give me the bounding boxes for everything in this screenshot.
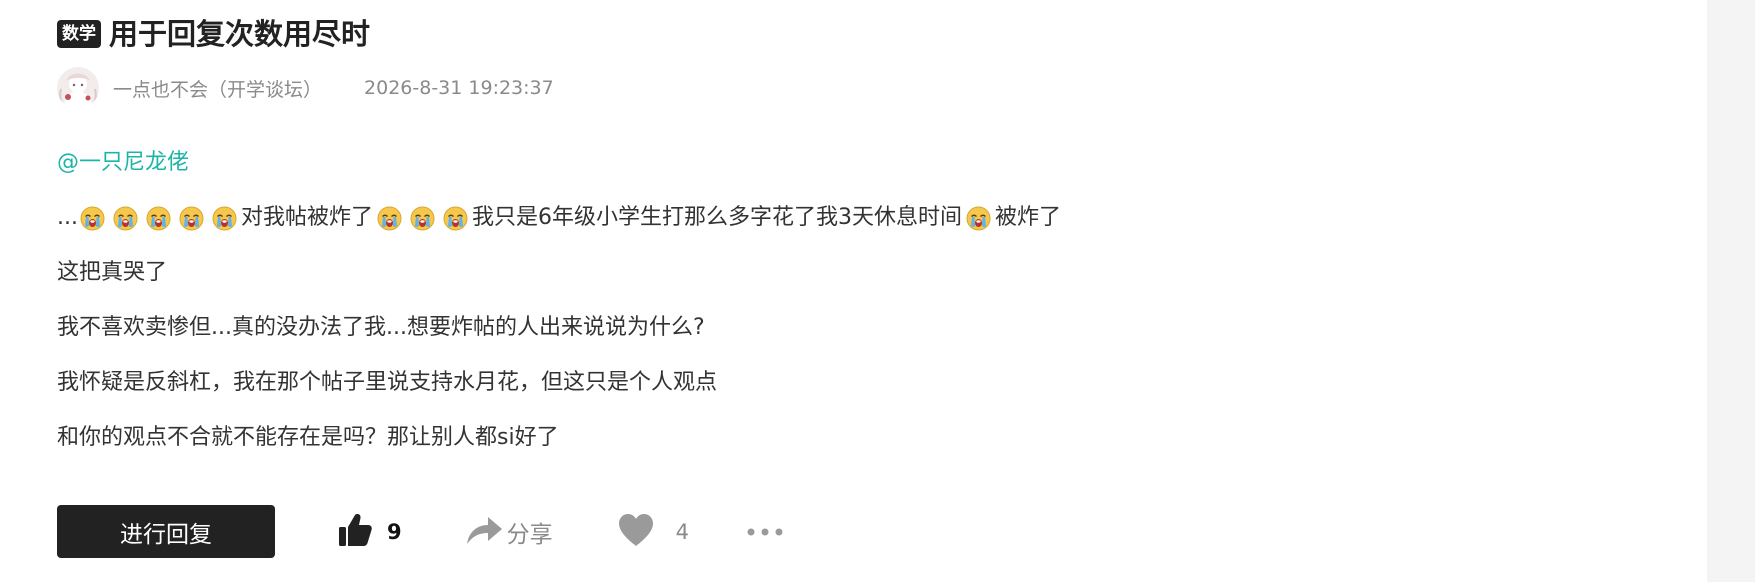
heart-icon	[617, 513, 655, 551]
like-button[interactable]: 9	[337, 512, 402, 552]
author-name[interactable]: 一点也不会（开学谈坛）	[113, 75, 322, 102]
more-options-button[interactable]	[747, 522, 783, 541]
body-line-3: 我不喜欢卖惨但...真的没办法了我...想要炸帖的人出来说说为什么?	[57, 315, 705, 340]
crying-face-icon	[410, 206, 435, 231]
post-meta: 一点也不会（开学谈坛） 2026-8-31 19:23:37	[57, 67, 554, 109]
body-line-1-prefix: ...	[57, 205, 78, 230]
body-line-2: 这把真哭了	[57, 260, 168, 285]
title-row: 数学 用于回复次数用尽时	[57, 16, 370, 52]
crying-face-icon	[212, 206, 237, 231]
post-timestamp: 2026-8-31 19:23:37	[364, 77, 554, 99]
author-avatar[interactable]	[57, 67, 99, 109]
post-title: 用于回复次数用尽时	[109, 17, 371, 51]
body-line-5: 和你的观点不合就不能存在是吗？那让别人都si好了	[57, 425, 559, 450]
like-count: 9	[387, 519, 402, 544]
body-line-4: 我怀疑是反斜杠，我在那个帖子里说支持水月花，但这只是个人观点	[57, 370, 718, 395]
body-line-1-text-a: 对我帖被炸了	[240, 205, 373, 230]
thumbs-up-icon	[337, 512, 373, 552]
crying-face-icon	[113, 206, 138, 231]
reply-button[interactable]: 进行回复	[57, 505, 275, 558]
user-mention-link[interactable]: @一只尼龙佬	[57, 145, 1061, 181]
post-body: @一只尼龙佬 ... 对我帖被炸了 我只是6年级小学生打那么多字花了我3天休息时…	[57, 145, 1061, 475]
body-line-1: ... 对我帖被炸了 我只是6年级小学生打那么多字花了我3天休息时间 被炸了	[57, 200, 1061, 236]
share-label: 分享	[506, 521, 553, 548]
crying-face-icon	[80, 206, 105, 231]
crying-face-icon	[377, 206, 402, 231]
crying-face-icon	[179, 206, 204, 231]
post-action-bar: 进行回复 9 分享 4	[57, 505, 783, 558]
favorite-button[interactable]: 4	[617, 513, 689, 551]
crying-face-icon	[443, 206, 468, 231]
crying-face-icon	[146, 206, 171, 231]
category-badge[interactable]: 数学	[57, 20, 101, 48]
favorite-count: 4	[675, 519, 689, 544]
more-dots-icon	[747, 522, 783, 541]
body-line-1-text-b: 我只是6年级小学生打那么多字花了我3天休息时间	[472, 205, 962, 230]
crying-face-icon	[966, 206, 991, 231]
right-margin-panel	[1707, 0, 1755, 582]
share-button[interactable]: 分享	[465, 514, 553, 550]
share-arrow-icon	[465, 514, 503, 550]
body-line-1-text-c: 被炸了	[995, 205, 1062, 230]
